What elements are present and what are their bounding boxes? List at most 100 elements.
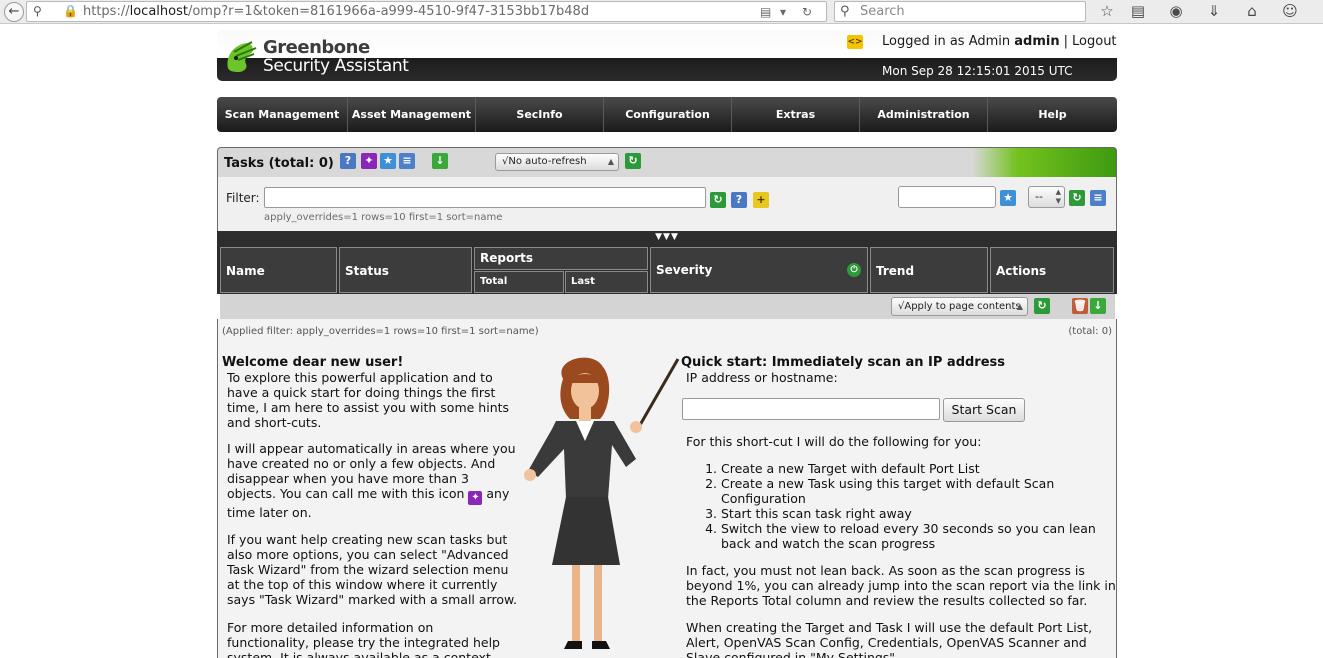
home-icon[interactable]: ⌂ xyxy=(1242,2,1262,20)
menu-administration[interactable]: Administration xyxy=(860,97,988,132)
start-scan-button[interactable]: Start Scan xyxy=(943,398,1025,422)
menu-asset-management[interactable]: Asset Management xyxy=(348,97,476,132)
quickstart-steps: Create a new Target with default Port Li… xyxy=(721,461,1113,551)
menu-extras[interactable]: Extras xyxy=(732,97,860,132)
welcome-title: Welcome dear new user! xyxy=(222,355,404,370)
quickstart-intro: For this short-cut I will do the followi… xyxy=(686,434,982,449)
refresh-icon[interactable]: ↻ xyxy=(625,153,641,169)
filter-name-input[interactable] xyxy=(898,186,996,208)
url-text[interactable]: https://localhost/omp?r=1&token=8161966a… xyxy=(83,4,589,19)
browser-toolbar: ← ⚲ 🔒 https://localhost/omp?r=1&token=81… xyxy=(0,0,1323,24)
menu-secinfo-management[interactable]: SecInfo Management xyxy=(476,97,604,156)
auto-refresh-select[interactable]: √No auto-refresh ▲ xyxy=(495,153,619,171)
column-trend[interactable]: Trend xyxy=(870,247,988,293)
severity-power-icon[interactable]: ⏻ xyxy=(847,263,861,277)
switch-filter-icon[interactable]: ↻ xyxy=(1069,190,1085,206)
welcome-paragraph-1: To explore this powerful application and… xyxy=(227,370,510,430)
dropdown-arrow-icon[interactable]: ▾ xyxy=(780,5,786,19)
quickstart-step: Start this scan task right away xyxy=(721,506,1113,521)
column-reports-last[interactable]: Last xyxy=(565,271,648,293)
quickstart-title: Quick start: Immediately scan an IP addr… xyxy=(681,355,1006,370)
column-status-label: Status xyxy=(345,264,389,278)
reload-icon[interactable]: ↻ xyxy=(802,5,812,19)
filter-toggle[interactable]: ▼▼▼ xyxy=(217,231,1117,244)
welcome-paragraph-2: I will appear automatically in areas whe… xyxy=(227,441,517,520)
column-reports: Reports xyxy=(474,247,648,270)
column-actions-label: Actions xyxy=(996,264,1047,278)
username-link[interactable]: admin xyxy=(1014,34,1059,49)
column-reports-last-label: Last xyxy=(571,276,595,287)
tasks-content: (Applied filter: apply_overrides=1 rows=… xyxy=(217,319,1117,658)
menu-help[interactable]: Help xyxy=(988,97,1117,132)
bulk-action-bar: √Apply to page contents ▲ ↻ 🗑 ↓ xyxy=(220,294,1115,319)
back-icon[interactable]: ← xyxy=(4,2,24,22)
bulk-refresh-icon[interactable]: ↻ xyxy=(1034,298,1050,314)
select-arrows-icon: ▲ xyxy=(607,157,614,166)
filter-input[interactable] xyxy=(264,187,706,208)
select-arrows-icon: ▲ ▼ xyxy=(1055,188,1061,205)
reading-list-icon[interactable]: ▤ xyxy=(1128,2,1148,20)
apply-filter-icon[interactable]: ↻ xyxy=(710,192,726,208)
logout-link[interactable]: Logout xyxy=(1072,34,1117,49)
tasks-section-header: Tasks (total: 0) ? ✦ ★ ≡ ↓ √No auto-refr… xyxy=(217,147,1117,177)
site-info-icon[interactable]: ⚲ xyxy=(33,4,42,18)
bulk-trash-icon[interactable]: 🗑 xyxy=(1072,298,1088,314)
reader-view-icon[interactable]: ▤ xyxy=(760,5,771,19)
logo-subtitle: Security Assistant xyxy=(263,56,409,76)
column-actions: Actions xyxy=(990,247,1114,293)
search-icon: ⚲ xyxy=(840,4,850,19)
bulk-export-icon[interactable]: ↓ xyxy=(1090,298,1106,314)
list-view-icon[interactable]: ≡ xyxy=(399,153,415,169)
column-severity-label: Severity xyxy=(656,263,713,277)
current-datetime: Mon Sep 28 12:15:01 2015 UTC xyxy=(882,64,1073,78)
notification-icon[interactable]: <> xyxy=(847,35,863,49)
filter-bar: Filter: ↻ ? + apply_overrides=1 rows=10 … xyxy=(217,177,1117,231)
column-reports-label: Reports xyxy=(480,251,534,265)
logged-in-label: Logged in as Admin xyxy=(882,34,1011,49)
new-filter-icon[interactable]: ★ xyxy=(1000,190,1016,206)
main-menu: Scan Management Asset Management SecInfo… xyxy=(217,97,1117,156)
filter-help-icon[interactable]: ? xyxy=(731,192,747,208)
column-name[interactable]: Name xyxy=(220,247,337,293)
quickstart-paragraph-2: In fact, you must not lean back. As soon… xyxy=(686,563,1116,608)
help-icon[interactable]: ? xyxy=(340,153,356,169)
tasks-title: Tasks (total: 0) xyxy=(224,156,334,171)
save-filter-icon[interactable]: + xyxy=(753,192,769,208)
apply-to-select[interactable]: √Apply to page contents ▲ xyxy=(891,297,1028,316)
menu-configuration[interactable]: Configuration xyxy=(604,97,732,132)
app-header: Greenbone Security Assistant <> Logged i… xyxy=(217,30,1117,81)
quickstart-paragraph-3: When creating the Target and Task I will… xyxy=(686,620,1093,658)
saved-filter-select[interactable]: -- ▲ ▼ xyxy=(1028,186,1065,208)
download-icon[interactable]: ⇓ xyxy=(1204,2,1224,20)
pocket-icon[interactable]: ◉ xyxy=(1166,2,1186,20)
bookmark-star-icon[interactable]: ☆ xyxy=(1097,2,1117,20)
url-bar[interactable]: ⚲ 🔒 https://localhost/omp?r=1&token=8161… xyxy=(26,1,827,22)
export-download-icon[interactable]: ↓ xyxy=(432,153,448,169)
column-reports-total[interactable]: Total xyxy=(474,271,564,293)
column-reports-total-label: Total xyxy=(480,276,508,287)
saved-filter-value: -- xyxy=(1035,190,1043,203)
ip-address-label: IP address or hostname: xyxy=(686,370,838,385)
filter-list-icon[interactable]: ≡ xyxy=(1090,190,1106,206)
welcome-paragraph-3: If you want help creating new scan tasks… xyxy=(227,532,518,607)
total-count: (total: 0) xyxy=(1068,326,1112,337)
assistant-figure xyxy=(524,357,680,649)
column-name-label: Name xyxy=(226,264,265,278)
column-severity[interactable]: Severity ⏻ xyxy=(650,247,868,293)
search-placeholder: Search xyxy=(860,4,905,19)
quickstart-step: Create a new Task using this target with… xyxy=(721,476,1113,506)
filter-hint: apply_overrides=1 rows=10 first=1 sort=n… xyxy=(264,212,503,223)
wizard-inline-icon: ✦ xyxy=(468,491,483,505)
emoji-icon[interactable]: ☺ xyxy=(1280,2,1300,20)
ip-address-input[interactable] xyxy=(682,398,940,420)
quickstart-step: Create a new Target with default Port Li… xyxy=(721,461,1113,476)
applied-filter-text: (Applied filter: apply_overrides=1 rows=… xyxy=(222,326,539,337)
task-wizard-icon[interactable]: ✦ xyxy=(361,153,377,169)
new-task-icon[interactable]: ★ xyxy=(380,153,396,169)
select-arrows-icon: ▲ xyxy=(1016,302,1023,311)
column-status[interactable]: Status xyxy=(339,247,472,293)
browser-search-input[interactable]: ⚲ Search xyxy=(834,1,1086,22)
logo-title: Greenbone xyxy=(263,37,370,58)
menu-scan-management[interactable]: Scan Management xyxy=(217,97,348,132)
quickstart-step: Switch the view to reload every 30 secon… xyxy=(721,521,1113,551)
